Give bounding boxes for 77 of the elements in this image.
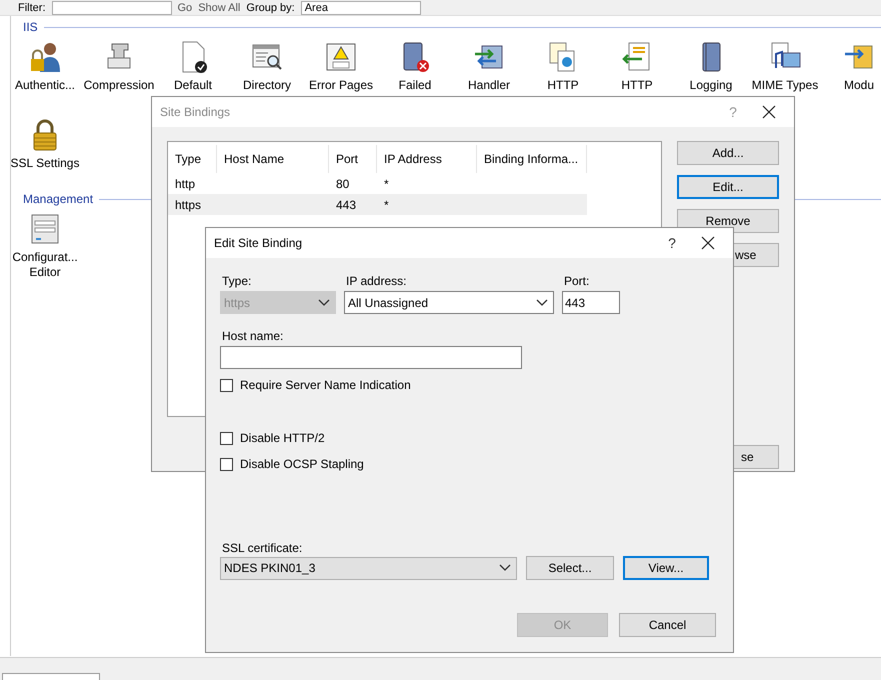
feature-label: Modu xyxy=(844,78,874,93)
feature-item[interactable]: HTTP xyxy=(526,34,600,112)
feature-label: HTTP xyxy=(547,78,579,93)
table-cell: http xyxy=(175,176,196,190)
dialog-button[interactable]: Add... xyxy=(677,141,779,165)
feature-item[interactable]: Error Pages xyxy=(304,34,378,112)
table-cell: https xyxy=(175,198,202,212)
feature-item[interactable]: MIME Types xyxy=(748,34,822,112)
feature-item[interactable]: SSL Settings xyxy=(8,112,82,190)
checkbox[interactable] xyxy=(220,378,233,392)
caret-icon xyxy=(536,298,548,306)
feature-label: SSL Settings xyxy=(10,156,80,171)
host-name-label: Host name: xyxy=(221,328,284,344)
feature-item[interactable]: Modu xyxy=(822,34,881,112)
dialog-title: Site Bindings xyxy=(160,105,232,119)
group-header: Management xyxy=(23,192,94,206)
table-cell: * xyxy=(384,176,389,190)
feature-item[interactable]: HTTP xyxy=(600,34,674,112)
column-header[interactable]: Binding Informa... xyxy=(477,145,587,173)
port-field[interactable]: 443 xyxy=(562,291,620,314)
port-label: Port: xyxy=(563,273,590,289)
taskbar-tab[interactable] xyxy=(2,673,100,680)
ip-address-label: IP address: xyxy=(345,273,408,289)
binding-row[interactable]: http 80 * xyxy=(168,173,587,194)
dialog-title: Edit Site Binding xyxy=(214,236,304,250)
column-header[interactable]: IP Address xyxy=(377,145,477,173)
table-cell: 443 xyxy=(336,198,356,212)
close-icon[interactable] xyxy=(701,236,715,250)
select-button[interactable]: Select... xyxy=(526,556,614,580)
checkbox-label: Disable HTTP/2 xyxy=(240,431,325,445)
cancel-button[interactable]: Cancel xyxy=(619,613,716,637)
group-by-dropdown[interactable]: Area xyxy=(300,0,421,14)
checkbox-label: Disable OCSP Stapling xyxy=(240,457,364,471)
feature-label: Handler xyxy=(468,78,510,93)
feature-item[interactable]: Compression xyxy=(82,34,156,112)
feature-label: Default xyxy=(174,78,212,93)
feature-item[interactable]: Configurat... Editor xyxy=(8,206,82,284)
feature-label: Authentic... xyxy=(14,78,76,93)
feature-item[interactable]: Directory xyxy=(230,34,304,112)
feature-label: Error Pages xyxy=(308,78,374,93)
ip-address-dropdown[interactable]: All Unassigned xyxy=(344,291,554,314)
feature-label: Compression xyxy=(84,78,154,93)
view-button[interactable]: View... xyxy=(623,556,709,580)
column-header[interactable]: Type xyxy=(168,145,217,173)
feature-item[interactable]: Handler xyxy=(452,34,526,112)
host-name-field[interactable] xyxy=(220,346,522,369)
filter-field[interactable] xyxy=(52,0,172,14)
table-cell: 80 xyxy=(336,176,350,190)
feature-label: HTTP xyxy=(621,78,653,93)
feature-label: Directory xyxy=(242,78,291,93)
caret-icon xyxy=(318,298,330,306)
user-lock-icon xyxy=(28,40,62,74)
feature-label: Configurat... Editor xyxy=(11,250,79,280)
feature-item[interactable]: Authentic... xyxy=(8,34,82,112)
checkbox[interactable] xyxy=(220,458,233,470)
dialog-button[interactable]: Edit... xyxy=(677,175,779,199)
feature-label: MIME Types xyxy=(752,78,818,93)
binding-row[interactable]: https 443 * xyxy=(168,194,587,215)
show-all-button[interactable]: Show All xyxy=(198,2,240,14)
group-by-label: Group by: xyxy=(246,2,295,14)
filter-label: Filter: xyxy=(18,2,46,14)
type-label: Type: xyxy=(221,273,252,289)
feature-label: Failed xyxy=(398,78,432,93)
feature-item[interactable]: Failed xyxy=(378,34,452,112)
column-header[interactable]: Port xyxy=(329,145,377,173)
close-icon[interactable] xyxy=(762,105,776,119)
checkbox[interactable] xyxy=(220,432,233,444)
caret-icon xyxy=(499,564,511,572)
group-header: IIS xyxy=(23,20,38,34)
ssl-certificate-label: SSL certificate: xyxy=(221,540,304,556)
ssl-certificate-dropdown[interactable]: NDES PKIN01_3 xyxy=(220,556,517,580)
go-button[interactable]: Go xyxy=(178,2,192,14)
checkbox-label: Require Server Name Indication xyxy=(240,378,411,392)
help-button[interactable]: ? xyxy=(657,235,687,251)
column-header[interactable]: Host Name xyxy=(217,145,329,173)
table-cell: * xyxy=(384,198,389,212)
feature-label: Logging xyxy=(690,78,732,93)
